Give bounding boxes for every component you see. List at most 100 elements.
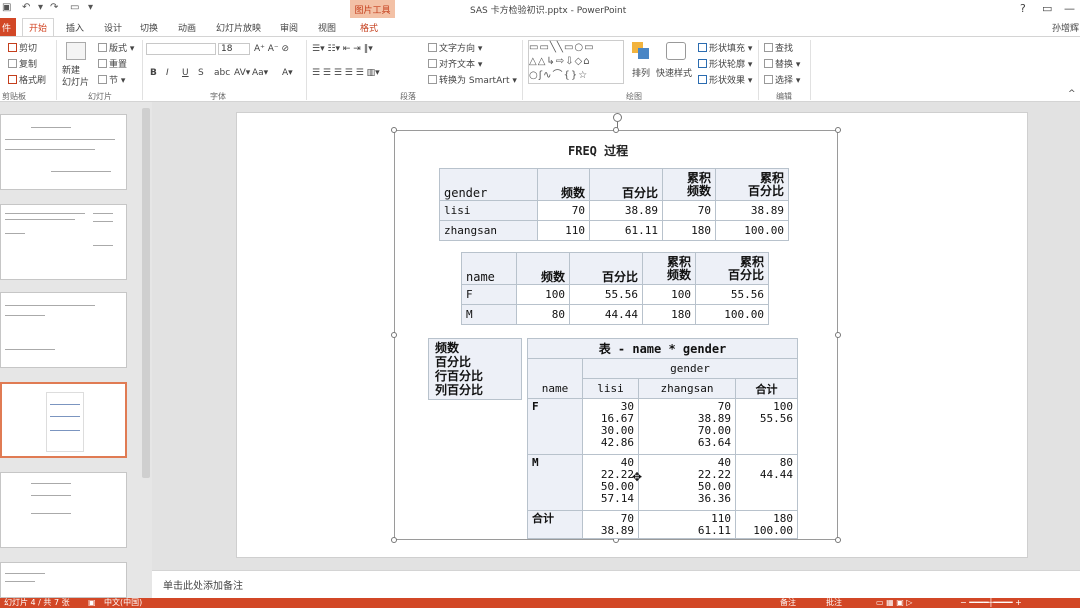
- align-text-button[interactable]: 对齐文本 ▾: [428, 57, 482, 70]
- table-header: 百分比: [589, 168, 663, 201]
- replace-button[interactable]: 替换 ▾: [764, 57, 800, 70]
- new-slide-icon[interactable]: [66, 42, 86, 60]
- redo-icon[interactable]: ↷: [50, 2, 58, 13]
- resize-handle[interactable]: [835, 537, 841, 543]
- resize-handle[interactable]: [613, 127, 619, 133]
- tab-review[interactable]: 审阅: [280, 21, 298, 34]
- undo-icon[interactable]: ↶: [22, 2, 30, 13]
- section-button[interactable]: 节 ▾: [98, 73, 125, 86]
- shape-fill-button[interactable]: 形状填充 ▾: [698, 41, 752, 54]
- freq-title: FREQ 过程: [568, 144, 629, 158]
- save-icon[interactable]: ▣: [2, 2, 11, 13]
- bold-button[interactable]: B: [150, 68, 157, 78]
- resize-handle[interactable]: [835, 332, 841, 338]
- shadow-button[interactable]: S: [198, 68, 204, 78]
- shapes-gallery[interactable]: ▭▭╲╲▭○▭ △△↳⇨⇩◇⌂ ○ʃ∿⌒{}☆: [528, 40, 624, 84]
- table-header: zhangsan: [638, 378, 736, 399]
- slide-thumbnail[interactable]: [0, 292, 127, 368]
- presentation-icon[interactable]: ▭: [70, 2, 79, 13]
- resize-handle[interactable]: [391, 537, 397, 543]
- shape-outline-button[interactable]: 形状轮廓 ▾: [698, 57, 752, 70]
- crosstab-name-gender: 表 - name * gender gender name lisi zhang…: [527, 338, 798, 539]
- layout-button[interactable]: 版式 ▾: [98, 41, 134, 54]
- tab-view[interactable]: 视图: [318, 21, 336, 34]
- change-case-button[interactable]: Aa▾: [252, 68, 268, 78]
- status-bar: 幻灯片 4 / 共 7 张 ▣ 中文(中国) 备注 批注 ▭ ▦ ▣ ▷ − ━…: [0, 598, 1080, 608]
- char-spacing-button[interactable]: AV▾: [234, 68, 250, 78]
- select-button[interactable]: 选择 ▾: [764, 73, 800, 86]
- font-grow-shrink-buttons[interactable]: A⁺ A⁻ ⊘: [254, 44, 289, 54]
- tab-animations[interactable]: 动画: [178, 21, 196, 34]
- copy-button[interactable]: 复制: [8, 57, 37, 70]
- table-row: F 100 55.56 100 55.56: [461, 284, 769, 305]
- format-painter-button[interactable]: 格式刷: [8, 73, 46, 86]
- table-row: M 40 22.22 50.00 57.14 40 22.22 50.00 36.3…: [527, 454, 798, 511]
- undo-dropdown-icon[interactable]: ▾: [38, 2, 43, 13]
- underline-button[interactable]: U: [182, 68, 189, 78]
- arrange-button[interactable]: 排列: [632, 66, 650, 79]
- strikethrough-button[interactable]: abc: [214, 68, 230, 78]
- find-button[interactable]: 查找: [764, 41, 793, 54]
- smartart-button[interactable]: 转换为 SmartArt ▾: [428, 73, 517, 86]
- title-bar: ▣ ↶ ▾ ↷ ▭ ▾ 图片工具 SAS 卡方检验初识.pptx - Power…: [0, 0, 1080, 18]
- notes-placeholder[interactable]: 单击此处添加备注: [163, 577, 243, 592]
- table-header: name: [527, 378, 583, 399]
- tab-slideshow[interactable]: 幻灯片放映: [216, 21, 261, 34]
- paint-bucket-icon: [698, 43, 707, 52]
- comments-toggle[interactable]: 批注: [826, 598, 842, 608]
- tab-format[interactable]: 格式: [360, 21, 378, 34]
- tab-home[interactable]: 开始: [22, 18, 55, 37]
- quick-styles-icon[interactable]: [666, 42, 686, 60]
- slide-thumbnail[interactable]: [0, 562, 127, 598]
- spellcheck-icon[interactable]: ▣: [88, 598, 96, 608]
- tab-design[interactable]: 设计: [104, 21, 122, 34]
- group-font-label: 字体: [210, 92, 226, 101]
- new-slide-dropdown[interactable]: 幻灯片: [62, 75, 89, 88]
- view-buttons[interactable]: ▭ ▦ ▣ ▷: [876, 598, 912, 608]
- layout-icon: [98, 43, 107, 52]
- arrange-icon[interactable]: [632, 42, 650, 60]
- font-size-select[interactable]: 18: [218, 43, 250, 55]
- slide-thumbnail-selected[interactable]: [0, 382, 127, 458]
- quick-styles-button[interactable]: 快速样式: [656, 66, 692, 79]
- slide-thumbnail[interactable]: [0, 204, 127, 280]
- freq-table-name: name 频数 百分比 累积 频数 累积 百分比 F 100 55.56 100 55.…: [461, 252, 769, 325]
- resize-handle[interactable]: [391, 127, 397, 133]
- table-header: name: [461, 252, 517, 285]
- text-direction-icon: [428, 43, 437, 52]
- tab-transitions[interactable]: 切换: [140, 21, 158, 34]
- table-row: F 30 16.67 30.00 42.86 70 38.89 70.00 63.6…: [527, 398, 798, 455]
- list-buttons[interactable]: ☰▾ ☷▾ ⇤ ⇥ ‖▾: [312, 44, 373, 54]
- thumbnails-scrollbar[interactable]: [142, 108, 150, 478]
- help-button[interactable]: ?: [1020, 2, 1026, 15]
- notes-toggle[interactable]: 备注: [780, 598, 796, 608]
- collapse-ribbon-icon[interactable]: ^: [1068, 89, 1076, 99]
- slide-thumbnail[interactable]: [0, 472, 127, 548]
- tab-file[interactable]: 件: [0, 18, 16, 36]
- cut-button[interactable]: 剪切: [8, 41, 37, 54]
- ribbon-display-icon[interactable]: ▭: [1042, 2, 1052, 15]
- group-clipboard-label: 剪贴板: [2, 92, 26, 101]
- shape-effects-button[interactable]: 形状效果 ▾: [698, 73, 752, 86]
- notes-pane[interactable]: 单击此处添加备注: [152, 570, 1080, 598]
- scissors-icon: [8, 43, 17, 52]
- rotate-handle[interactable]: [613, 113, 622, 122]
- resize-handle[interactable]: [835, 127, 841, 133]
- user-name[interactable]: 孙增辉: [1052, 21, 1079, 34]
- resize-handle[interactable]: [391, 332, 397, 338]
- font-family-select[interactable]: [146, 43, 216, 55]
- italic-button[interactable]: I: [166, 68, 169, 78]
- reset-button[interactable]: 重置: [98, 57, 127, 70]
- slide-thumbnail[interactable]: [0, 114, 127, 190]
- zoom-slider[interactable]: − ━━━━┼━━━━ +: [960, 598, 1022, 608]
- copy-icon: [8, 59, 17, 68]
- customize-icon[interactable]: ▾: [88, 2, 93, 13]
- text-direction-button[interactable]: 文字方向 ▾: [428, 41, 482, 54]
- table-header: 百分比: [569, 252, 643, 285]
- tab-insert[interactable]: 插入: [66, 21, 84, 34]
- align-buttons[interactable]: ☰ ☰ ☰ ☰ ☰ ▥▾: [312, 68, 380, 78]
- language-indicator[interactable]: 中文(中国): [104, 598, 142, 608]
- font-color-button[interactable]: A▾: [282, 68, 293, 78]
- window-title: SAS 卡方检验初识.pptx - PowerPoint: [470, 6, 627, 16]
- minimize-icon[interactable]: —: [1064, 2, 1075, 15]
